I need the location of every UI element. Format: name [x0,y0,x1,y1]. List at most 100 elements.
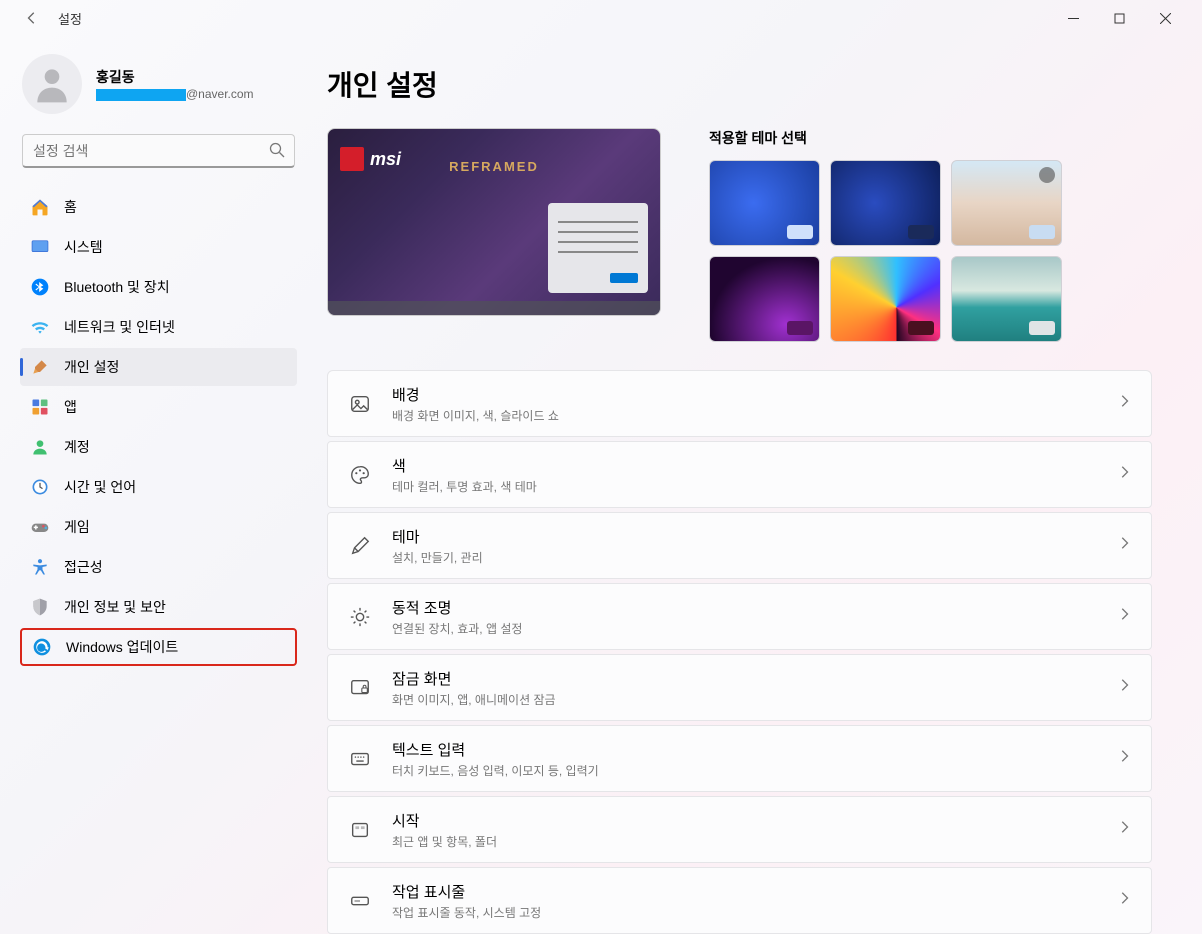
setting-sub: 설치, 만들기, 관리 [392,549,1117,566]
setting-sub: 최근 앱 및 항목, 폴더 [392,833,1117,850]
setting-title: 텍스트 입력 [392,739,1117,760]
preview-brand: msi [370,149,401,170]
theme-area: msi REFRAMED 적용할 테마 선택 [327,128,1152,342]
nav-label: 계정 [64,437,90,457]
accessibility-icon [30,557,50,577]
theme-tile-purple-glow[interactable] [709,256,820,342]
wifi-icon [30,317,50,337]
keyboard-icon [348,747,372,771]
desktop-preview[interactable]: msi REFRAMED [327,128,661,316]
sidebar: 홍길동 @naver.com 홈 시스템 Bluetooth 및 장치 [0,36,305,934]
settings-item-background[interactable]: 배경 배경 화면 이미지, 색, 슬라이드 쇼 [327,370,1152,437]
minimize-icon [1068,13,1079,24]
settings-item-taskbar[interactable]: 작업 표시줄 작업 표시줄 동작, 시스템 고정 [327,867,1152,934]
sidebar-nav: 홈 시스템 Bluetooth 및 장치 네트워크 및 인터넷 개인 설정 앱 [16,188,301,666]
setting-sub: 작업 표시줄 동작, 시스템 고정 [392,904,1117,921]
search-box [22,134,295,168]
gamepad-icon [30,517,50,537]
sidebar-item-gaming[interactable]: 게임 [20,508,297,546]
user-name: 홍길동 [96,67,254,87]
chevron-right-icon [1117,607,1131,626]
nav-label: 앱 [64,397,77,417]
sidebar-item-time-language[interactable]: 시간 및 언어 [20,468,297,506]
page-title: 개인 설정 [327,64,1152,104]
settings-item-themes[interactable]: 테마 설치, 만들기, 관리 [327,512,1152,579]
msi-logo-icon [340,147,364,171]
window-controls [1050,2,1188,34]
user-account-block[interactable]: 홍길동 @naver.com [16,36,301,134]
theme-grid [709,160,1152,342]
person-icon [30,62,74,106]
main-panel: 개인 설정 msi REFRAMED 적용할 테마 선택 [305,36,1202,934]
sidebar-item-apps[interactable]: 앱 [20,388,297,426]
setting-sub: 배경 화면 이미지, 색, 슬라이드 쇼 [392,407,1117,424]
image-icon [348,392,372,416]
home-icon [30,197,50,217]
setting-title: 동적 조명 [392,597,1117,618]
sidebar-item-network[interactable]: 네트워크 및 인터넷 [20,308,297,346]
setting-sub: 연결된 장치, 효과, 앱 설정 [392,620,1117,637]
chevron-right-icon [1117,891,1131,910]
setting-sub: 화면 이미지, 앱, 애니메이션 잠금 [392,691,1117,708]
theme-tile-landscape[interactable] [951,160,1062,246]
search-input[interactable] [22,134,295,168]
nav-label: 시스템 [64,237,103,257]
search-icon [269,142,285,163]
close-button[interactable] [1142,2,1188,34]
nav-label: 홈 [64,197,77,217]
setting-sub: 테마 컬러, 투명 효과, 색 테마 [392,478,1117,495]
sidebar-item-accounts[interactable]: 계정 [20,428,297,466]
sidebar-item-accessibility[interactable]: 접근성 [20,548,297,586]
back-icon [25,11,39,25]
theme-picker-label: 적용할 테마 선택 [709,128,1152,148]
sidebar-item-windows-update[interactable]: Windows 업데이트 [20,628,297,666]
user-email: @naver.com [96,87,254,101]
nav-label: 게임 [64,517,90,537]
nav-label: 개인 정보 및 보안 [64,597,166,617]
chevron-right-icon [1117,536,1131,555]
pen-icon [348,534,372,558]
titlebar: 설정 [0,0,1202,36]
sidebar-item-privacy[interactable]: 개인 정보 및 보안 [20,588,297,626]
chevron-right-icon [1117,749,1131,768]
start-icon [348,818,372,842]
sidebar-item-personalization[interactable]: 개인 설정 [20,348,297,386]
settings-item-colors[interactable]: 색 테마 컬러, 투명 효과, 색 테마 [327,441,1152,508]
sidebar-item-bluetooth[interactable]: Bluetooth 및 장치 [20,268,297,306]
nav-label: 시간 및 언어 [64,477,136,497]
chevron-right-icon [1117,394,1131,413]
light-icon [348,605,372,629]
nav-label: 네트워크 및 인터넷 [64,317,175,337]
nav-label: 개인 설정 [64,357,119,377]
setting-title: 색 [392,455,1117,476]
theme-tile-rainbow[interactable] [830,256,941,342]
settings-item-dynamic-lighting[interactable]: 동적 조명 연결된 장치, 효과, 앱 설정 [327,583,1152,650]
chevron-right-icon [1117,465,1131,484]
setting-title: 시작 [392,810,1117,831]
user-icon [30,437,50,457]
minimize-button[interactable] [1050,2,1096,34]
settings-item-text-input[interactable]: 텍스트 입력 터치 키보드, 음성 입력, 이모지 등, 입력기 [327,725,1152,792]
theme-tile-light-blue[interactable] [709,160,820,246]
sidebar-item-system[interactable]: 시스템 [20,228,297,266]
avatar [22,54,82,114]
preview-taskbar [328,301,660,315]
back-button[interactable] [14,11,50,25]
close-icon [1160,13,1171,24]
theme-tile-lake[interactable] [951,256,1062,342]
system-icon [30,237,50,257]
preview-window-mock [548,203,648,293]
window-title: 설정 [58,9,82,28]
sidebar-item-home[interactable]: 홈 [20,188,297,226]
chevron-right-icon [1117,678,1131,697]
maximize-button[interactable] [1096,2,1142,34]
settings-item-start[interactable]: 시작 최근 앱 및 항목, 폴더 [327,796,1152,863]
nav-label: Windows 업데이트 [66,637,178,657]
shield-icon [30,597,50,617]
nav-label: Bluetooth 및 장치 [64,277,170,297]
settings-item-lock-screen[interactable]: 잠금 화면 화면 이미지, 앱, 애니메이션 잠금 [327,654,1152,721]
theme-tile-dark-blue[interactable] [830,160,941,246]
palette-icon [348,463,372,487]
lock-screen-icon [348,676,372,700]
email-redacted [96,89,186,101]
